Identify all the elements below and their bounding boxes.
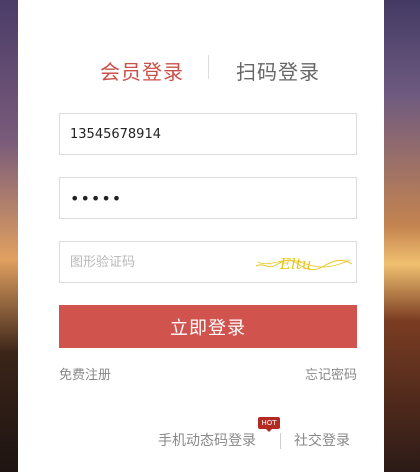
captcha-text: Eltu — [279, 255, 311, 273]
login-card: 会员登录 扫码登录 Eltu 立即登录 免费注册 忘记密码 HOT 手机动态码登… — [18, 0, 384, 472]
tab-divider — [208, 55, 209, 79]
tab-member-login[interactable]: 会员登录 — [100, 56, 184, 85]
social-login-link[interactable]: 社交登录 — [294, 430, 350, 450]
bottom-divider — [280, 433, 281, 449]
password-input[interactable] — [60, 178, 356, 218]
phone-field — [59, 113, 357, 155]
background-right — [384, 0, 420, 472]
sms-login-link[interactable]: 手机动态码登录 — [158, 430, 256, 450]
hot-badge: HOT — [258, 417, 280, 432]
register-link[interactable]: 免费注册 — [59, 364, 111, 383]
password-field — [59, 177, 357, 219]
login-button[interactable]: 立即登录 — [59, 305, 357, 348]
forgot-password-link[interactable]: 忘记密码 — [305, 364, 357, 383]
captcha-field: Eltu — [59, 241, 357, 283]
login-tabs: 会员登录 扫码登录 — [18, 52, 384, 88]
alt-login-links: 手机动态码登录 社交登录 — [18, 430, 384, 454]
tab-scan-login[interactable]: 扫码登录 — [236, 56, 320, 85]
background-left — [0, 0, 18, 472]
captcha-image[interactable]: Eltu — [254, 246, 354, 280]
captcha-input[interactable] — [60, 242, 250, 282]
phone-input[interactable] — [60, 114, 356, 154]
